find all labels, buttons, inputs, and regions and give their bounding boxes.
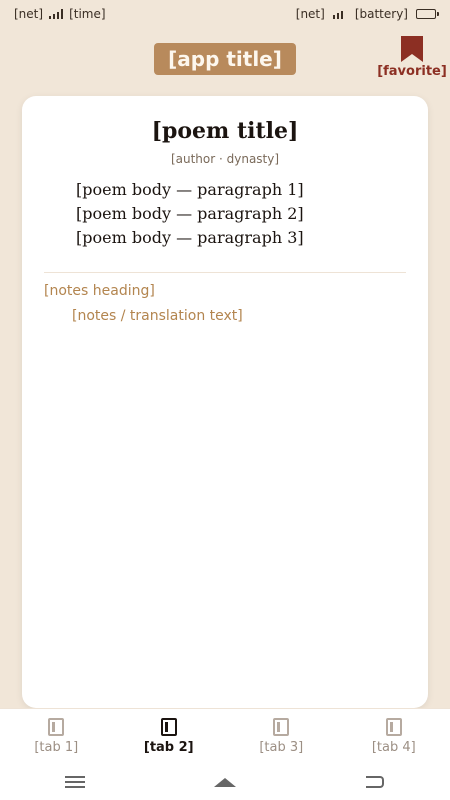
status-left: [net] [time] [14, 7, 106, 21]
back-icon [366, 776, 384, 788]
tab-1[interactable]: [tab 1] [6, 718, 106, 755]
tab-2[interactable]: [tab 2] [119, 718, 219, 755]
poem-paragraph: [poem body — paragraph 1] [76, 180, 304, 199]
favorite-button[interactable]: [favorite] [377, 36, 447, 79]
poem-paragraph: [poem body — paragraph 3] [76, 228, 304, 247]
app-header: [app title] [favorite] [0, 28, 450, 90]
notes-label: [notes heading] [44, 283, 155, 299]
poem-paragraph: [poem body — paragraph 2] [76, 204, 304, 223]
poem-body: [poem body — paragraph 1] [poem body — p… [44, 178, 406, 250]
battery-icon [416, 9, 439, 19]
section-divider [44, 272, 406, 273]
tab-label: [tab 1] [34, 740, 79, 755]
book-icon [48, 718, 65, 736]
book-icon [385, 718, 402, 736]
poem-card-inner: [poem title] [author · dynasty] [poem bo… [22, 96, 428, 327]
wifi-icon [332, 9, 347, 19]
nav-home-button[interactable] [205, 770, 245, 794]
menu-icon [65, 776, 85, 788]
nav-menu-button[interactable] [55, 770, 95, 794]
notes-text: [notes / translation text] [72, 308, 243, 324]
nav-back-button[interactable] [355, 770, 395, 794]
app-title: [app title] [154, 43, 296, 75]
network-label-left: [net] [14, 7, 44, 21]
battery-percent: [battery] [354, 7, 408, 21]
status-bar: [net] [time] [net] [battery] [0, 0, 450, 28]
tab-3[interactable]: [tab 3] [231, 718, 331, 755]
tab-label: [tab 2] [143, 740, 194, 755]
system-nav-bar [0, 764, 450, 800]
favorite-label: [favorite] [377, 64, 447, 79]
tab-label: [tab 3] [259, 740, 304, 755]
poem-author: [author · dynasty] [170, 152, 280, 166]
poem-card: [poem title] [author · dynasty] [poem bo… [22, 96, 428, 708]
tab-label: [tab 4] [371, 740, 416, 755]
tab-4[interactable]: [tab 4] [344, 718, 444, 755]
book-icon [273, 718, 290, 736]
home-icon [214, 777, 236, 787]
bookmark-icon [401, 36, 423, 62]
clock-time: [time] [69, 7, 106, 21]
book-icon [160, 718, 177, 736]
bottom-tab-bar: [tab 1] [tab 2] [tab 3] [tab 4] [0, 708, 450, 764]
network-label-right: [net] [295, 7, 325, 21]
signal-icon [49, 9, 64, 19]
status-right: [net] [battery] [295, 7, 439, 21]
poem-title: [poem title] [151, 118, 299, 144]
